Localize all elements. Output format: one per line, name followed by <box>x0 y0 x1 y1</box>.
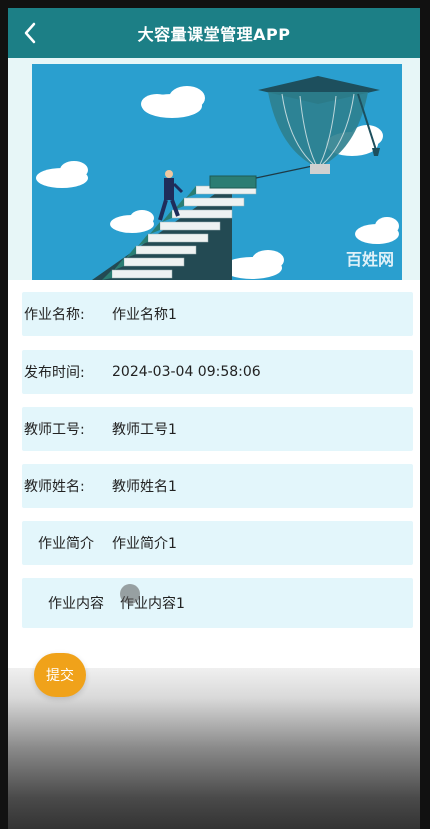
field-label: 教师姓名: <box>24 479 85 495</box>
chevron-left-icon <box>24 22 36 44</box>
submit-button[interactable]: 提交 <box>34 653 86 697</box>
field-teacher-id[interactable]: 教师工号: 教师工号1 <box>22 407 413 451</box>
field-label: 作业内容 <box>48 596 104 612</box>
back-button[interactable] <box>18 20 42 46</box>
app-title: 大容量课堂管理APP <box>137 25 291 44</box>
field-teacher-name[interactable]: 教师姓名: 教师姓名1 <box>22 464 413 508</box>
field-homework-content[interactable]: 作业内容 作业内容1 <box>22 578 413 628</box>
field-label: 发布时间: <box>24 365 85 381</box>
field-value: 作业名称1 <box>112 307 177 323</box>
banner-area: 百姓网 <box>8 58 420 280</box>
field-value: 2024-03-04 09:58:06 <box>112 364 261 380</box>
field-label: 教师工号: <box>24 422 85 438</box>
watermark-text: 百姓网 <box>345 250 394 269</box>
top-navigation-bar: 大容量课堂管理APP <box>8 8 420 58</box>
field-homework-summary[interactable]: 作业简介 作业简介1 <box>22 521 413 565</box>
field-label: 作业名称: <box>24 307 85 323</box>
field-label: 作业简介 <box>38 536 94 552</box>
field-homework-name[interactable]: 作业名称: 作业名称1 <box>22 292 413 336</box>
touch-indicator <box>120 584 140 604</box>
field-publish-time[interactable]: 发布时间: 2024-03-04 09:58:06 <box>22 350 413 394</box>
app-screen: 大容量课堂管理APP 百姓网 作业名称: 作业名称1 发布时间: 2024-03… <box>8 8 420 829</box>
banner-image: 百姓网 <box>32 64 402 280</box>
field-value: 教师姓名1 <box>112 479 177 495</box>
field-value: 教师工号1 <box>112 422 177 438</box>
field-value: 作业简介1 <box>112 536 177 552</box>
